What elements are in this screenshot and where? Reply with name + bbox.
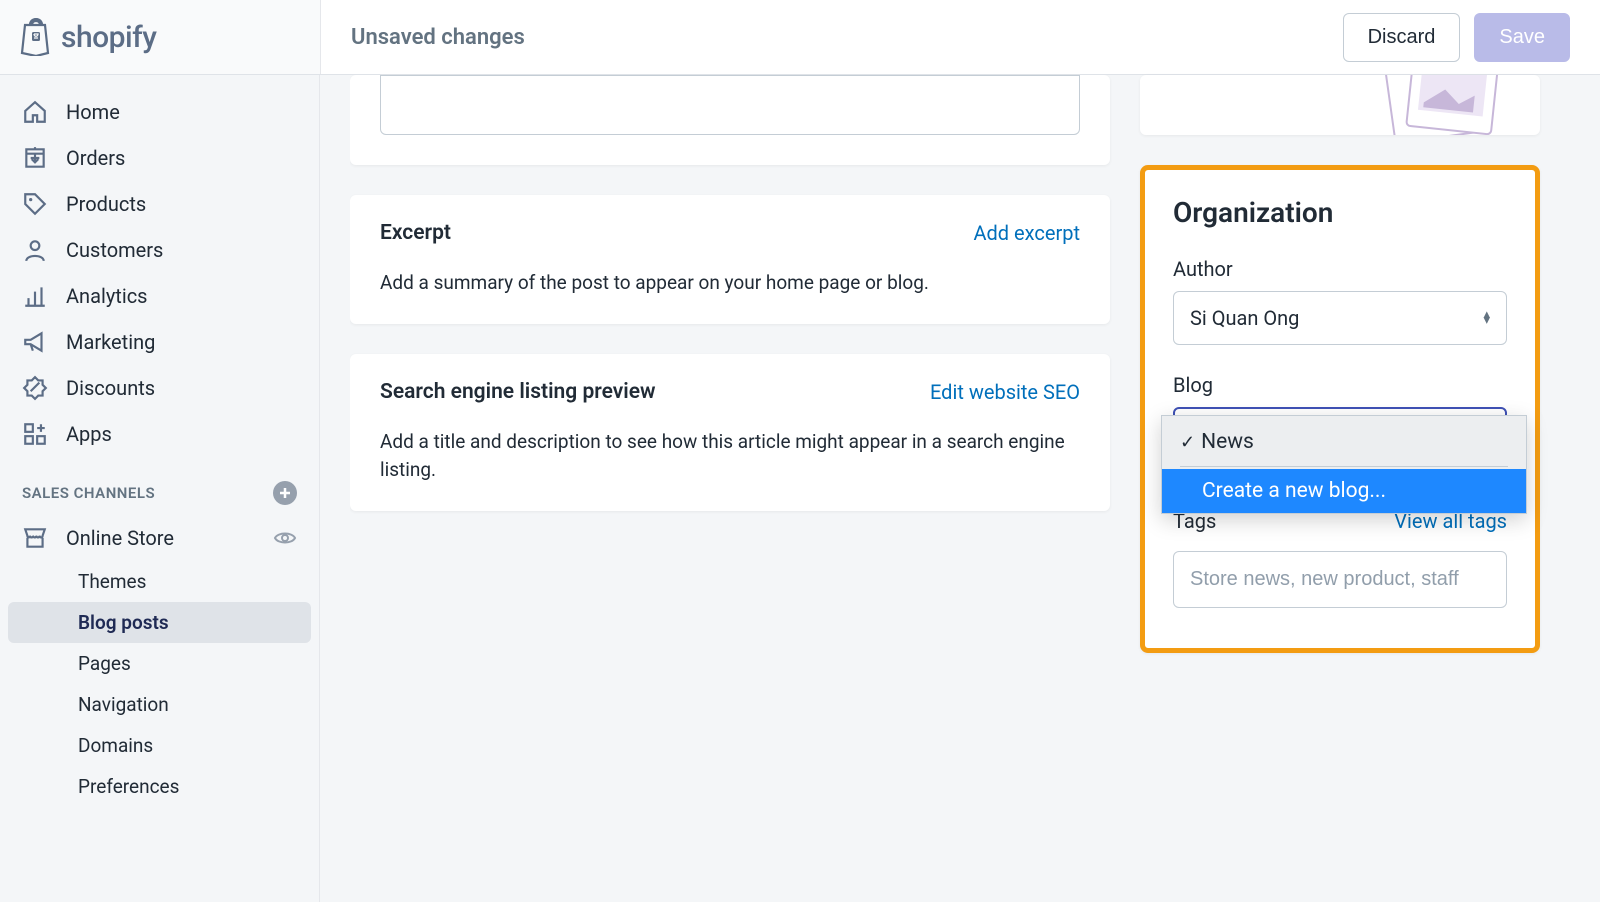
home-icon [22, 99, 48, 125]
sidebar-item-label: Online Store [66, 526, 174, 550]
content-editor[interactable] [380, 75, 1080, 135]
save-button[interactable]: Save [1474, 13, 1570, 62]
sidebar-item-home[interactable]: Home [0, 89, 319, 135]
sales-channels-header: SALES CHANNELS [0, 457, 319, 515]
tags-input[interactable] [1173, 551, 1507, 608]
sidebar-subitem-navigation[interactable]: Navigation [8, 684, 311, 725]
apps-icon [22, 421, 48, 447]
sidebar-item-label: Orders [66, 146, 125, 170]
sidebar-item-orders[interactable]: Orders [0, 135, 319, 181]
author-label: Author [1173, 257, 1507, 281]
sidebar-item-apps[interactable]: Apps [0, 411, 319, 457]
edit-seo-link[interactable]: Edit website SEO [930, 380, 1080, 404]
featured-image-card [1140, 75, 1540, 135]
sidebar-subitem-pages[interactable]: Pages [8, 643, 311, 684]
blog-option-news[interactable]: News [1162, 420, 1526, 464]
organization-card: Organization Author Si Quan Ong ▴▾ Blog … [1140, 165, 1540, 653]
seo-title: Search engine listing preview [380, 380, 656, 404]
sidebar-item-label: Products [66, 192, 146, 216]
author-value: Si Quan Ong [1190, 306, 1299, 330]
blog-label: Blog [1173, 373, 1507, 397]
excerpt-title: Excerpt [380, 221, 451, 245]
brand-logo: shopify [0, 18, 320, 56]
organization-title: Organization [1173, 196, 1507, 229]
image-placeholder-illustration [1350, 75, 1530, 135]
sidebar-item-label: Analytics [66, 284, 148, 308]
sidebar-subitem-preferences[interactable]: Preferences [8, 766, 311, 807]
orders-icon [22, 145, 48, 171]
discounts-icon [22, 375, 48, 401]
sidebar-item-analytics[interactable]: Analytics [0, 273, 319, 319]
discard-button[interactable]: Discard [1343, 13, 1461, 62]
select-chevrons-icon: ▴▾ [1483, 312, 1490, 325]
customers-icon [22, 237, 48, 263]
sidebar-item-label: Discounts [66, 376, 155, 400]
sidebar-item-products[interactable]: Products [0, 181, 319, 227]
sidebar-item-label: Apps [66, 422, 112, 446]
sidebar-subitem-blog-posts[interactable]: Blog posts [8, 602, 311, 643]
sidebar-subitem-domains[interactable]: Domains [8, 725, 311, 766]
sidebar-subitem-themes[interactable]: Themes [8, 561, 311, 602]
excerpt-description: Add a summary of the post to appear on y… [380, 269, 1080, 298]
plus-icon [278, 486, 292, 500]
sidebar-item-label: Home [66, 100, 120, 124]
seo-description: Add a title and description to see how t… [380, 428, 1080, 485]
sidebar-item-discounts[interactable]: Discounts [0, 365, 319, 411]
content-editor-card [350, 75, 1110, 165]
add-channel-button[interactable] [273, 481, 297, 505]
sidebar-item-online-store[interactable]: Online Store [0, 515, 319, 561]
blog-dropdown-menu: News Create a new blog... [1161, 415, 1527, 514]
sidebar-item-label: Marketing [66, 330, 155, 354]
seo-card: Search engine listing preview Edit websi… [350, 354, 1110, 511]
sidebar-item-label: Customers [66, 238, 163, 262]
view-icon[interactable] [273, 526, 297, 550]
add-excerpt-link[interactable]: Add excerpt [973, 221, 1080, 245]
dropdown-divider [1180, 466, 1508, 467]
blog-option-create-new[interactable]: Create a new blog... [1162, 469, 1526, 513]
sidebar: Home Orders Products Customers Analytics… [0, 75, 320, 902]
sidebar-item-customers[interactable]: Customers [0, 227, 319, 273]
store-icon [22, 525, 48, 551]
shopify-bag-icon [20, 18, 53, 56]
analytics-icon [22, 283, 48, 309]
sidebar-item-marketing[interactable]: Marketing [0, 319, 319, 365]
author-select[interactable]: Si Quan Ong ▴▾ [1173, 291, 1507, 345]
products-icon [22, 191, 48, 217]
marketing-icon [22, 329, 48, 355]
unsaved-changes-label: Unsaved changes [351, 25, 525, 50]
excerpt-card: Excerpt Add excerpt Add a summary of the… [350, 195, 1110, 324]
